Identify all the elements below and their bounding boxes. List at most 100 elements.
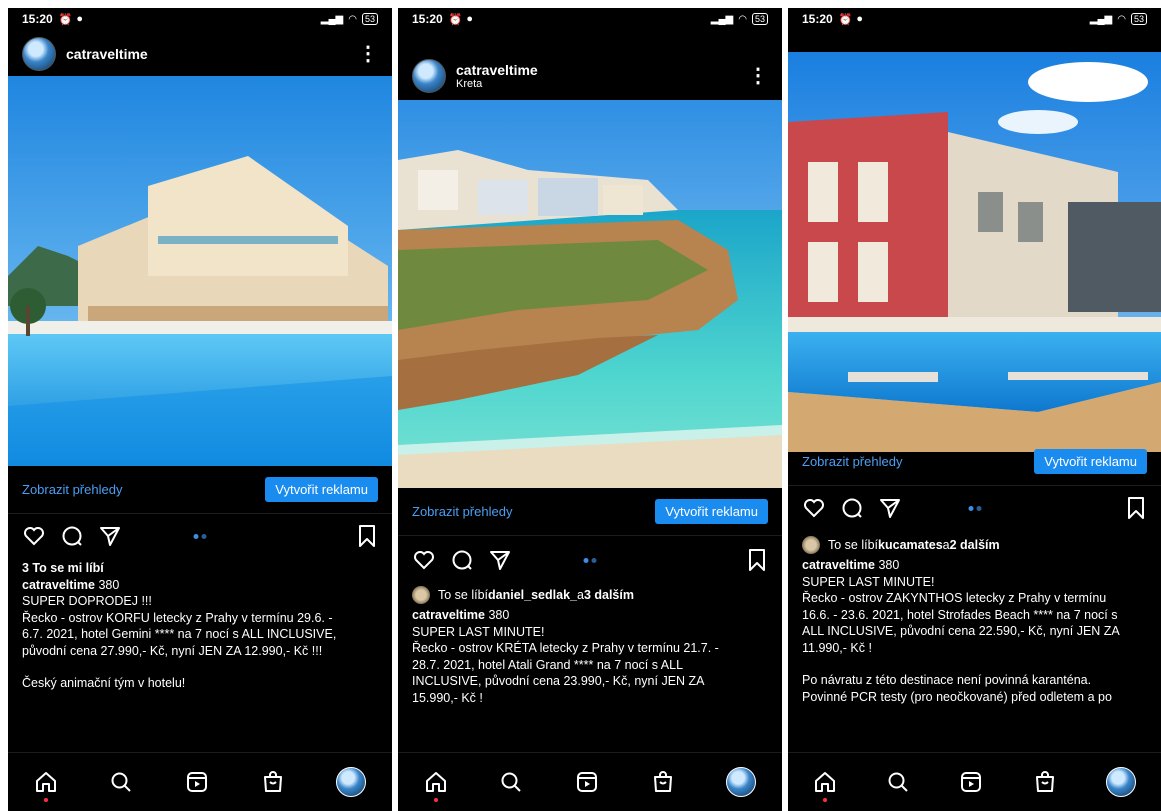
shop-icon[interactable] — [651, 770, 675, 794]
caption-line: 16.6. - 23.6. 2021, hotel Strofades Beac… — [802, 607, 1118, 622]
profile-avatar[interactable] — [336, 767, 367, 797]
caption-username[interactable]: catraveltime — [22, 578, 95, 592]
caption-line: 28.7. 2021, hotel Atali Grand **** na 7 … — [412, 657, 684, 672]
status-time: 15:20 — [22, 12, 53, 26]
status-time: 15:20 — [802, 12, 833, 26]
send-icon[interactable] — [878, 496, 902, 520]
view-insights-link[interactable]: Zobrazit přehledy — [22, 482, 122, 497]
caption-username[interactable]: catraveltime — [412, 608, 485, 622]
caption-username[interactable]: catraveltime — [802, 558, 875, 572]
carousel-dots — [583, 557, 597, 563]
caption-count: 380 — [878, 558, 900, 572]
liker-avatar[interactable] — [802, 536, 820, 554]
user-avatar[interactable] — [412, 59, 446, 93]
bottom-nav — [788, 752, 1161, 811]
alarm-icon: ⏰ — [838, 13, 853, 26]
post-header: catraveltime Kreta ⋮ — [398, 52, 782, 100]
status-bar: 15:20 ⏰ ● ▂▄▆ ◠ 53 — [8, 8, 392, 30]
post-image[interactable] — [398, 100, 782, 488]
wifi-icon: ◠ — [1117, 13, 1126, 25]
search-icon[interactable] — [886, 770, 910, 794]
alarm-icon: ⏰ — [448, 13, 463, 26]
search-icon[interactable] — [499, 770, 523, 794]
heart-icon[interactable] — [802, 496, 826, 520]
heart-icon[interactable] — [22, 524, 46, 548]
search-icon[interactable] — [109, 770, 133, 794]
carousel-dots — [193, 533, 207, 539]
view-insights-link[interactable]: Zobrazit přehledy — [412, 504, 512, 519]
battery-icon: 53 — [361, 13, 378, 25]
post-caption: 3 To se mi líbí catraveltime 380 SUPER D… — [8, 560, 392, 692]
status-bar: 15:20 ⏰ ● ▂▄▆ ◠ 53 — [788, 8, 1161, 30]
battery-icon: 53 — [751, 13, 768, 25]
post-username[interactable]: catraveltime — [66, 46, 148, 62]
bookmark-icon[interactable] — [356, 524, 378, 548]
post-actions — [398, 540, 782, 580]
bookmark-icon[interactable] — [746, 548, 768, 572]
shop-icon[interactable] — [261, 770, 285, 794]
status-time: 15:20 — [412, 12, 443, 26]
spotify-icon: ● — [466, 13, 474, 25]
more-options-icon[interactable]: ⋮ — [748, 66, 768, 86]
send-icon[interactable] — [488, 548, 512, 572]
caption-line: Řecko - ostrov KORFU letecky z Prahy v t… — [22, 610, 333, 625]
status-bar: 15:20 ⏰ ● ▂▄▆ ◠ 53 — [398, 8, 782, 30]
signal-icon: ▂▄▆ — [1089, 13, 1113, 25]
caption-line: SUPER DOPRODEJ !!! — [22, 594, 152, 608]
promote-button[interactable]: Vytvořit reklamu — [655, 499, 768, 524]
insights-bar: Zobrazit přehledy Vytvořit reklamu — [398, 488, 782, 536]
comment-icon[interactable] — [60, 524, 84, 548]
profile-avatar[interactable] — [726, 767, 757, 797]
post-location[interactable]: Kreta — [456, 78, 538, 90]
carousel-dots — [968, 505, 981, 511]
bookmark-icon[interactable] — [1125, 496, 1147, 520]
likes-count[interactable]: 3 To se mi líbí — [22, 560, 378, 577]
home-icon[interactable] — [34, 770, 58, 802]
wifi-icon: ◠ — [348, 13, 357, 25]
likes-count[interactable]: To se líbí daniel_sedlak_ a 3 dalším — [412, 586, 768, 604]
post-username[interactable]: catraveltime — [456, 62, 538, 78]
shop-icon[interactable] — [1033, 770, 1057, 794]
caption-count: 380 — [488, 608, 510, 622]
user-avatar[interactable] — [22, 37, 56, 71]
view-insights-link[interactable]: Zobrazit přehledy — [802, 454, 902, 469]
profile-avatar[interactable] — [1106, 767, 1137, 797]
bottom-nav — [398, 752, 782, 811]
phone-screen-1: 15:20 ⏰ ● ▂▄▆ ◠ 53 catraveltime ⋮ Zobraz… — [8, 8, 392, 811]
spotify-icon: ● — [856, 13, 864, 25]
post-image[interactable] — [8, 76, 392, 466]
comment-icon[interactable] — [450, 548, 474, 572]
caption-line: ALL INCLUSIVE, původní cena 22.590,- Kč,… — [802, 624, 1120, 638]
home-icon[interactable] — [813, 770, 837, 802]
reels-icon[interactable] — [185, 770, 209, 794]
post-actions — [788, 488, 1161, 528]
post-actions — [8, 516, 392, 556]
phone-screen-2: 15:20 ⏰ ● ▂▄▆ ◠ 53 catraveltime Kreta ⋮ — [398, 8, 782, 811]
phone-screen-3: 15:20 ⏰ ● ▂▄▆ ◠ 53 Zobrazit přehledy Vyt… — [788, 8, 1161, 811]
send-icon[interactable] — [98, 524, 122, 548]
liker-avatar[interactable] — [412, 586, 430, 604]
caption-line: SUPER LAST MINUTE! — [802, 574, 935, 589]
post-header: catraveltime ⋮ — [8, 32, 392, 76]
reels-icon[interactable] — [959, 770, 983, 794]
insights-bar: Zobrazit přehledy Vytvořit reklamu — [788, 438, 1161, 486]
caption-line: Český animační tým v hotelu! — [22, 676, 186, 690]
reels-icon[interactable] — [575, 770, 599, 794]
comment-icon[interactable] — [840, 496, 864, 520]
post-caption: To se líbí kucamates a 2 dalším catravel… — [788, 536, 1161, 705]
caption-line: INCLUSIVE, původní cena 23.990,- Kč, nyn… — [412, 674, 705, 688]
post-caption: To se líbí daniel_sedlak_ a 3 dalším cat… — [398, 586, 782, 706]
promote-button[interactable]: Vytvořit reklamu — [265, 477, 378, 502]
caption-line: 15.990,- Kč ! — [412, 690, 483, 705]
likes-count[interactable]: To se líbí kucamates a 2 dalším — [802, 536, 1147, 554]
heart-icon[interactable] — [412, 548, 436, 572]
promote-button[interactable]: Vytvořit reklamu — [1034, 449, 1147, 474]
spotify-icon: ● — [76, 13, 84, 25]
caption-line: Řecko - ostrov ZAKYNTHOS letecky z Prahy… — [802, 591, 1107, 605]
post-image[interactable] — [788, 52, 1161, 452]
more-options-icon[interactable]: ⋮ — [358, 44, 378, 64]
battery-icon: 53 — [1130, 13, 1147, 25]
caption-count: 380 — [98, 577, 120, 592]
home-icon[interactable] — [424, 770, 448, 802]
alarm-icon: ⏰ — [58, 13, 73, 26]
